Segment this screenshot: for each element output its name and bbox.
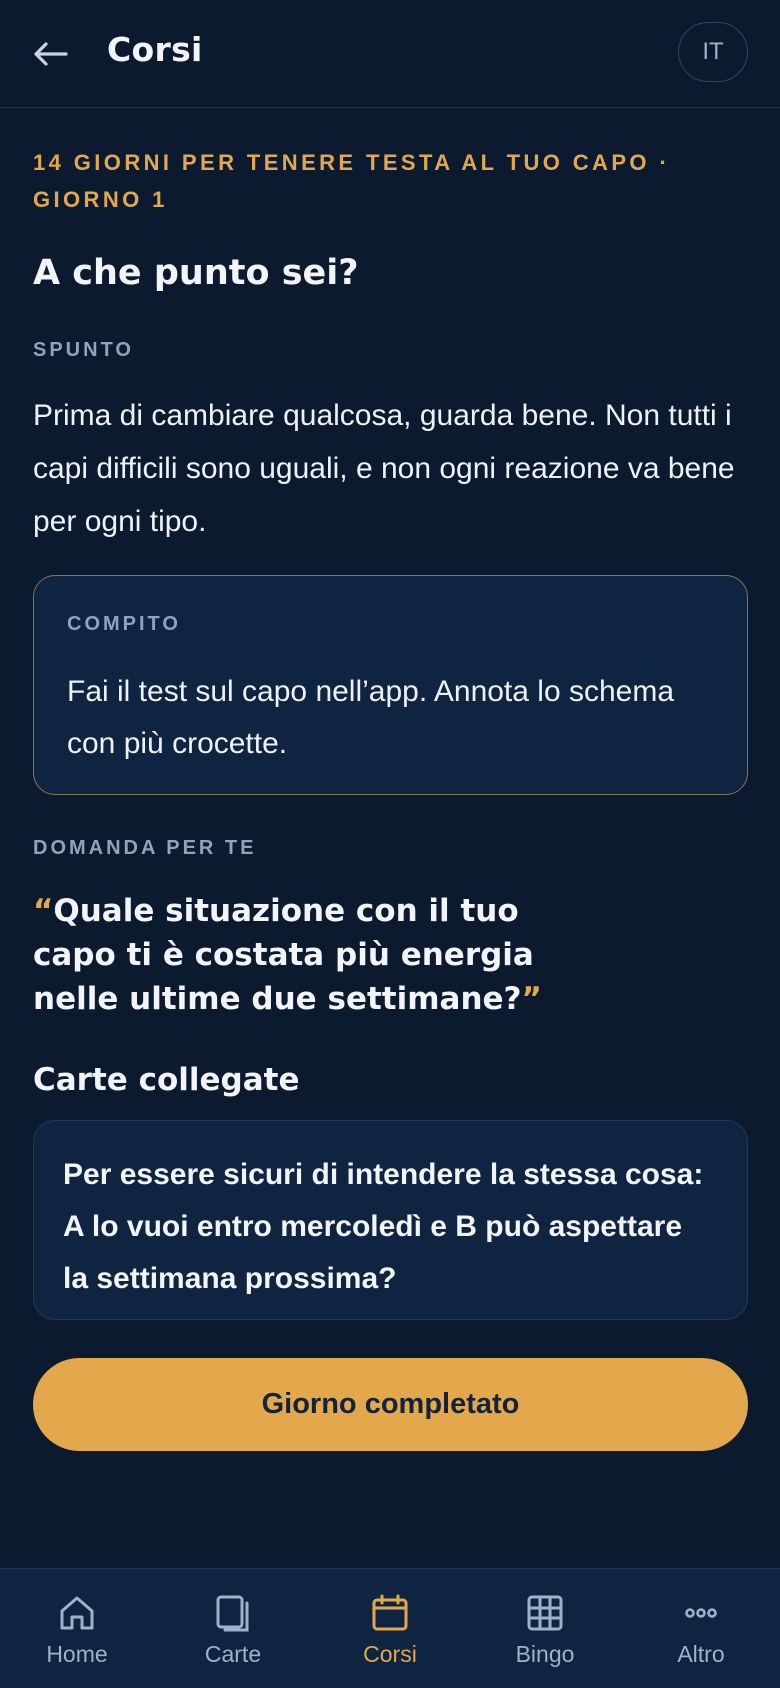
close-quote: ”: [521, 981, 542, 1017]
question-text: Quale situazione con il tuo capo ti è co…: [33, 893, 534, 1017]
nav-item-corsi[interactable]: Corsi: [315, 1569, 465, 1688]
arrow-left-icon: [34, 42, 68, 66]
open-quote: “: [33, 893, 54, 929]
day-complete-button[interactable]: Giorno completato: [33, 1358, 748, 1451]
nav-item-bingo[interactable]: Bingo: [470, 1569, 620, 1688]
nav-item-home[interactable]: Home: [2, 1569, 152, 1688]
app-header: Corsi IT: [0, 0, 780, 108]
course-day-label: 14 GIORNI PER TENERE TESTA AL TUO CAPO ·…: [33, 150, 671, 212]
nav-label-home: Home: [46, 1641, 108, 1667]
grid-icon: [523, 1591, 567, 1635]
question-label: DOMANDA PER TE: [33, 837, 257, 859]
page-title: Corsi: [107, 30, 203, 69]
reflection-question: “Quale situazione con il tuo capo ti è c…: [33, 889, 553, 1021]
cards-icon: [211, 1591, 255, 1635]
nav-label-altro: Altro: [677, 1641, 725, 1667]
task-text: Fai il test sul capo nell’app. Annota lo…: [67, 675, 675, 760]
linked-card-text: Per essere sicuri di intendere la stessa…: [63, 1158, 704, 1295]
nav-item-carte[interactable]: Carte: [158, 1569, 308, 1688]
language-button[interactable]: IT: [678, 22, 748, 82]
more-icon: [679, 1591, 723, 1635]
back-button[interactable]: [26, 30, 74, 78]
home-icon: [55, 1591, 99, 1635]
nav-label-carte: Carte: [204, 1641, 262, 1667]
bottom-nav: Home Carte Corsi Bingo Altro: [0, 1568, 780, 1688]
nav-item-altro[interactable]: Altro: [626, 1569, 776, 1688]
task-card: COMPITO Fai il test sul capo nell’app. A…: [33, 575, 748, 795]
prompt-text: Prima di cambiare qualcosa, guarda bene.…: [33, 399, 735, 538]
prompt-label: SPUNTO: [33, 339, 134, 361]
calendar-icon: [368, 1591, 412, 1635]
nav-label-corsi: Corsi: [363, 1641, 417, 1667]
linked-card[interactable]: Per essere sicuri di intendere la stessa…: [33, 1120, 748, 1320]
day-title: A che punto sei?: [33, 253, 359, 293]
linked-cards-title: Carte collegate: [33, 1062, 300, 1098]
nav-label-bingo: Bingo: [515, 1641, 575, 1667]
task-label: COMPITO: [67, 613, 181, 635]
